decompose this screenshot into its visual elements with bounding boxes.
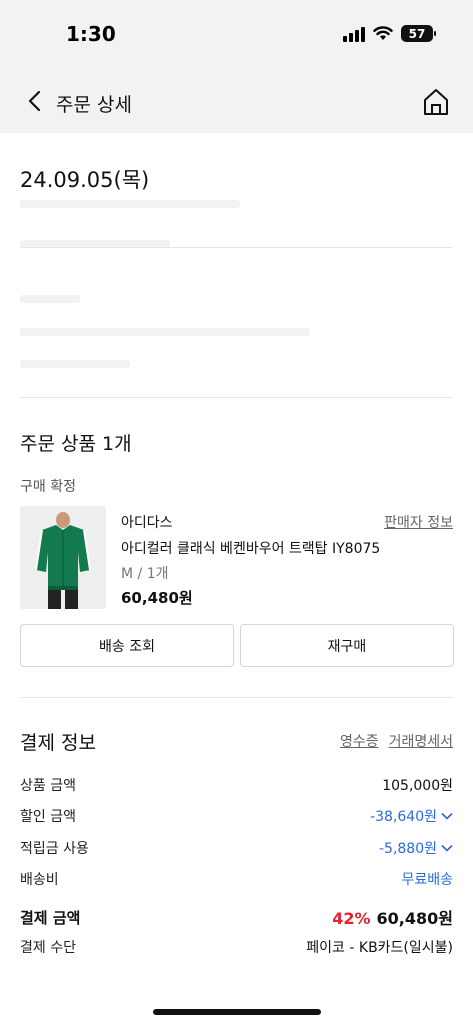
purchase-status: 구매 확정 [20, 479, 76, 495]
total-label: 결제 금액 [20, 908, 81, 927]
home-icon[interactable] [421, 87, 451, 117]
status-icons: 57 [343, 25, 436, 42]
nav-bar: 주문 상세 [0, 70, 473, 133]
redacted-line [20, 295, 80, 303]
payment-row-discount[interactable]: 할인 금액 -38,640원 [20, 806, 453, 826]
total-value-wrap: 42% 60,480원 [332, 905, 453, 929]
page-title: 주문 상세 [56, 94, 132, 116]
status-bar: 1:30 57 [0, 0, 473, 70]
discount-value[interactable]: -38,640원 [370, 806, 453, 826]
row-label: 적립금 사용 [20, 841, 89, 857]
redacted-line [20, 200, 240, 208]
order-date: 24.09.05(목) [20, 168, 150, 192]
shipping-value: 무료배송 [401, 872, 453, 888]
payment-links: 영수증 거래명세서 [340, 731, 453, 751]
row-value: -38,640원 [370, 809, 437, 825]
discount-percent: 42% [332, 909, 371, 928]
battery-level: 57 [408, 26, 426, 41]
products-section-title: 주문 상품 1개 [20, 433, 132, 455]
divider [20, 397, 453, 398]
chevron-down-icon [441, 812, 453, 820]
product-image[interactable] [20, 506, 106, 609]
payment-row-method: 결제 수단 페이코 - KB카드(일시불) [20, 937, 453, 957]
signal-icon [343, 26, 365, 42]
wifi-icon [373, 26, 393, 40]
chevron-down-icon [441, 844, 453, 852]
rebuy-button[interactable]: 재구매 [240, 624, 454, 667]
jacket-image [20, 506, 106, 609]
receipt-link[interactable]: 영수증 [340, 731, 379, 751]
product-option: M / 1개 [121, 566, 169, 582]
row-label: 배송비 [20, 872, 59, 888]
payment-row-total: 결제 금액 42% 60,480원 [20, 905, 453, 929]
row-value: 105,000원 [382, 778, 453, 794]
statement-link[interactable]: 거래명세서 [389, 731, 453, 751]
payment-row-shipping: 배송비 무료배송 [20, 869, 453, 889]
status-time: 1:30 [66, 22, 116, 46]
divider [20, 247, 453, 248]
payment-row-product-amount: 상품 금액 105,000원 [20, 775, 453, 795]
redacted-line [20, 360, 130, 368]
method-label: 결제 수단 [20, 940, 76, 956]
back-icon[interactable] [24, 88, 48, 114]
battery-icon: 57 [401, 25, 436, 42]
total-value: 60,480원 [376, 909, 453, 928]
points-value[interactable]: -5,880원 [379, 838, 453, 858]
product-brand: 아디다스 [121, 515, 173, 531]
product-price: 60,480원 [121, 589, 193, 607]
row-value: -5,880원 [378, 841, 437, 857]
redacted-line [20, 328, 310, 336]
seller-info-link[interactable]: 판매자 정보 [384, 512, 453, 532]
payment-section-title: 결제 정보 [20, 732, 96, 754]
divider [20, 697, 453, 698]
track-delivery-button[interactable]: 배송 조회 [20, 624, 234, 667]
method-value: 페이코 - KB카드(일시불) [306, 940, 453, 956]
home-indicator [153, 1009, 321, 1015]
row-label: 상품 금액 [20, 778, 76, 794]
payment-row-points[interactable]: 적립금 사용 -5,880원 [20, 838, 453, 858]
product-name[interactable]: 아디컬러 클래식 베켄바우어 트랙탑 IY8075 [121, 538, 380, 558]
row-label: 할인 금액 [20, 809, 76, 825]
